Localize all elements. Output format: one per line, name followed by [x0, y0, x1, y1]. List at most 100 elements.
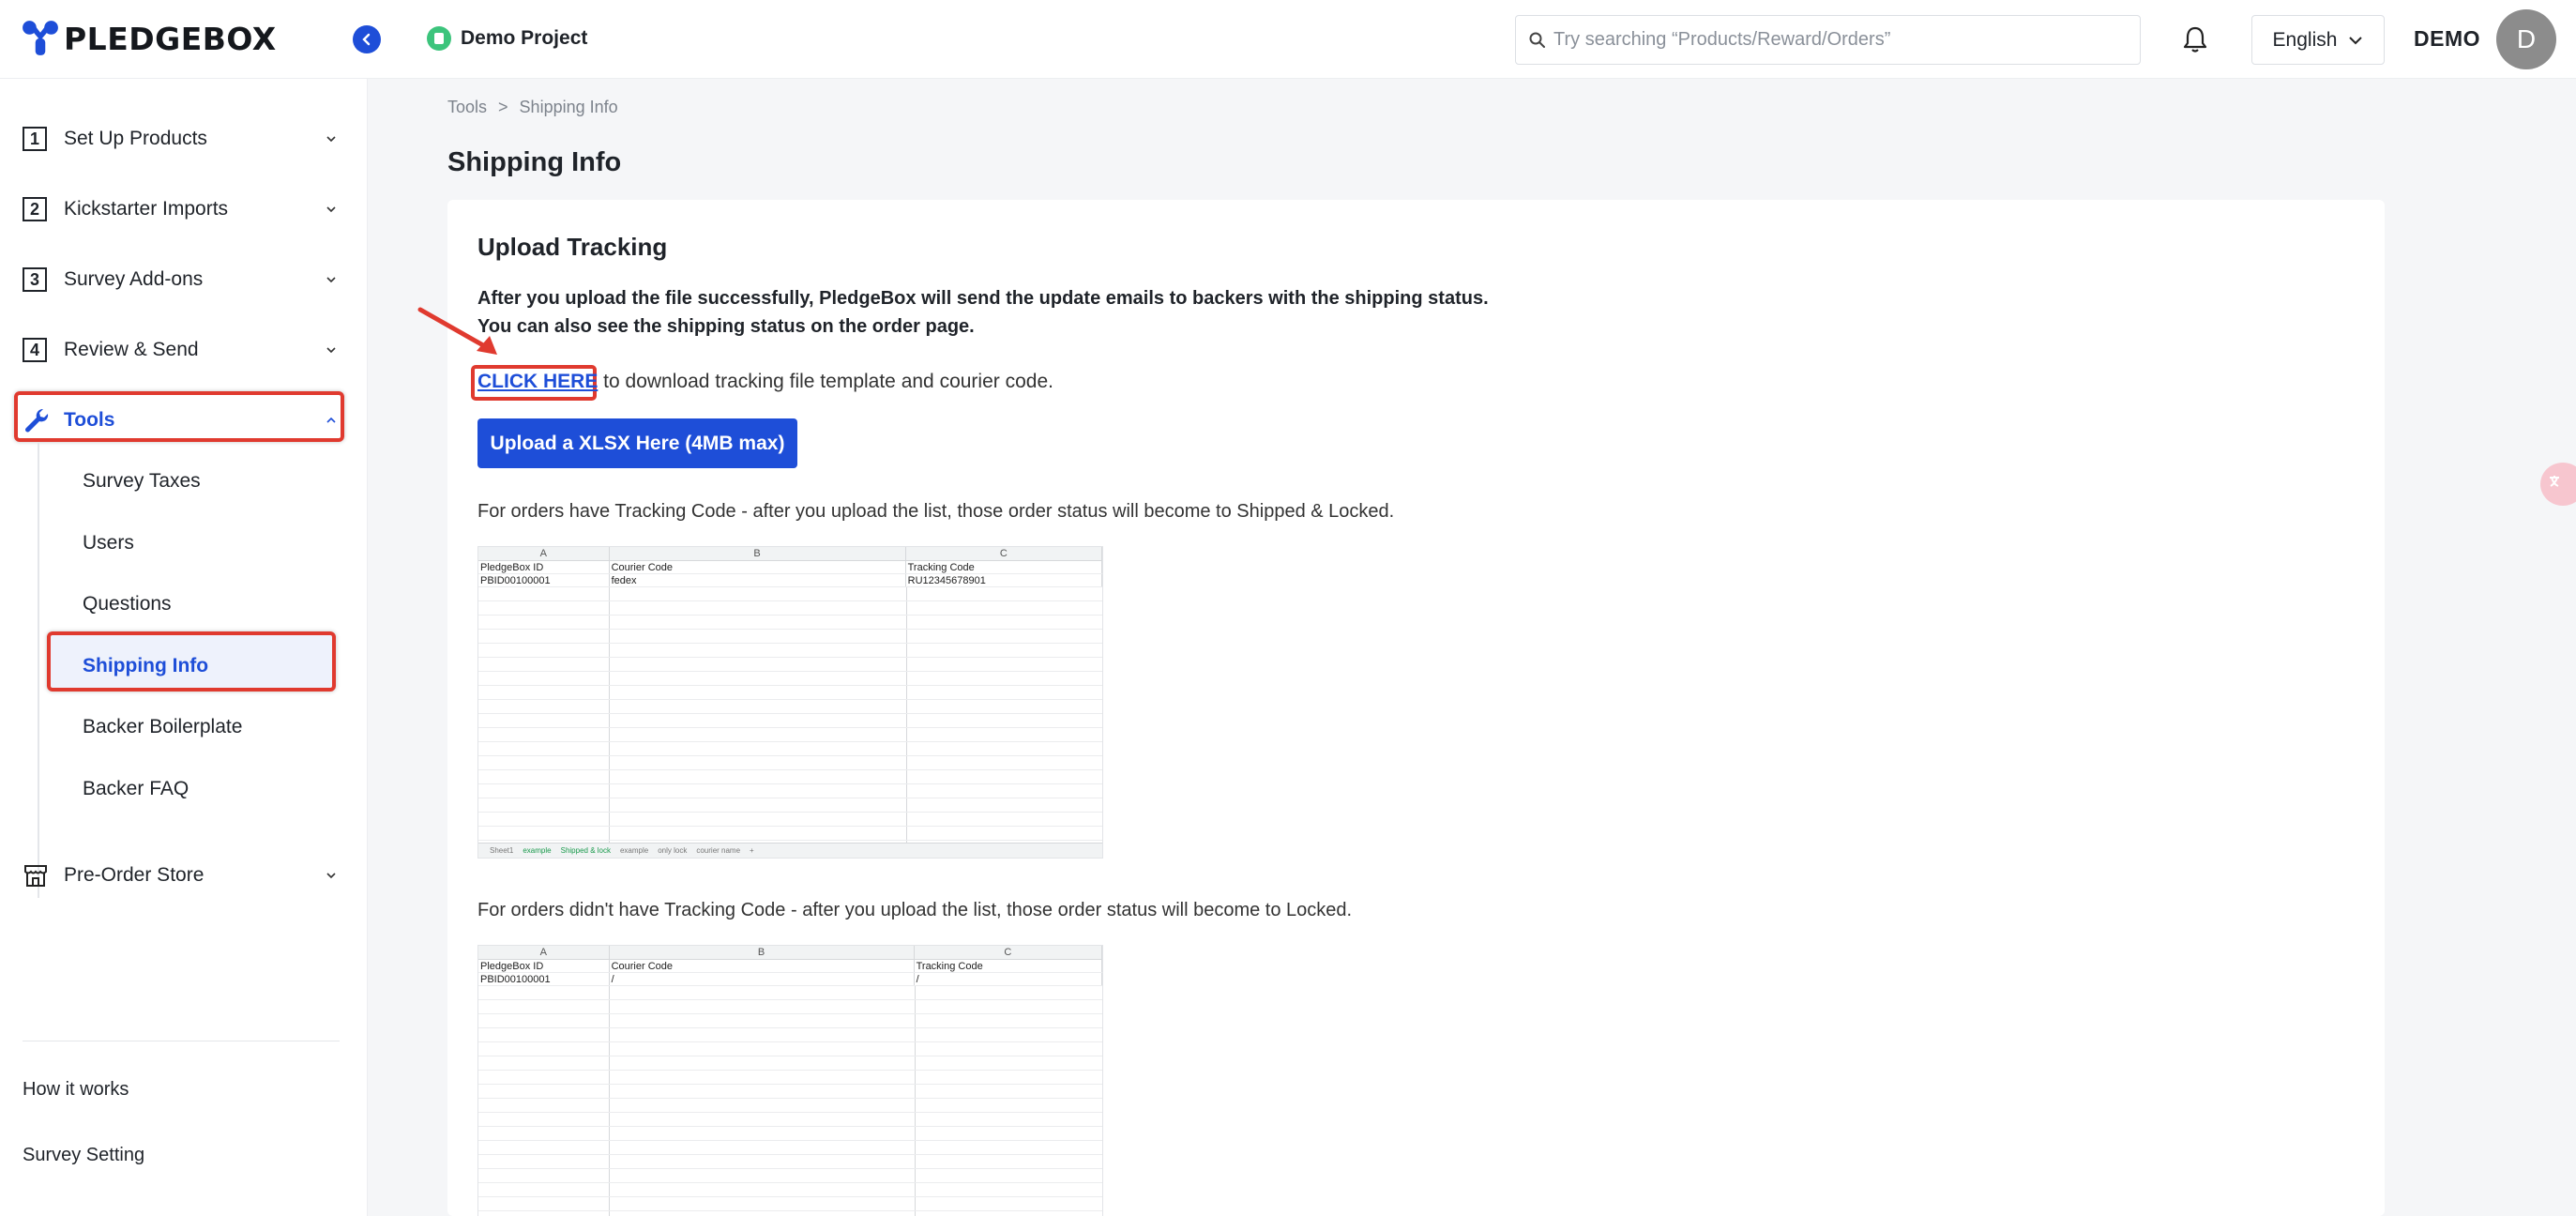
sidebar-subitem-questions[interactable]: Questions: [83, 585, 172, 623]
annotation-arrow-icon: [417, 307, 497, 355]
table-row: PledgeBox ID Courier Code Tracking Code: [478, 960, 1102, 973]
search-icon: [1529, 32, 1545, 48]
sidebar: 1 Set Up Products 2 Kickstarter Imports …: [0, 79, 368, 1216]
upload-xlsx-button[interactable]: Upload a XLSX Here (4MB max): [477, 418, 797, 468]
search-box[interactable]: [1515, 15, 2141, 65]
breadcrumb-parent[interactable]: Tools: [447, 98, 487, 117]
table-row: PBID00100001 fedex RU12345678901: [478, 574, 1102, 587]
top-header: PLEDGEBOX Demo Project English DEMO D: [0, 0, 2576, 79]
chevron-down-icon: [326, 347, 336, 354]
sheet-tabs: Sheet1 example Shipped & lock example on…: [478, 843, 1102, 858]
column-b: B: [610, 547, 906, 560]
column-c: C: [906, 547, 1102, 560]
sidebar-subitem-backer-boilerplate[interactable]: Backer Boilerplate: [83, 708, 242, 746]
collapse-sidebar-button[interactable]: [353, 25, 381, 53]
sidebar-item-kickstarter-imports[interactable]: 2 Kickstarter Imports: [23, 190, 338, 228]
cell: /: [610, 973, 915, 985]
chevron-up-icon: [326, 417, 336, 423]
column-b: B: [610, 946, 915, 959]
notification-bell-icon[interactable]: [2178, 23, 2212, 56]
survey-setting-link[interactable]: Survey Setting: [23, 1145, 144, 1166]
chevron-down-icon: [326, 206, 336, 213]
translate-icon: [2550, 476, 2559, 487]
tracking-code-description: For orders have Tracking Code - after yo…: [477, 501, 1395, 522]
step-number-badge: 4: [23, 338, 47, 362]
breadcrumb-separator: >: [498, 98, 508, 116]
no-tracking-code-description: For orders didn't have Tracking Code - a…: [477, 900, 1353, 920]
sidebar-item-survey-add-ons[interactable]: 3 Survey Add-ons: [23, 261, 338, 298]
chevron-down-icon: [2349, 36, 2363, 44]
sidebar-subitem-users[interactable]: Users: [83, 524, 134, 562]
cell: RU12345678901: [906, 574, 1102, 586]
spreadsheet-example-shipped: A B C PledgeBox ID Courier Code Tracking…: [477, 546, 1103, 859]
search-input[interactable]: [1553, 29, 2116, 51]
table-row: PBID00100001 / /: [478, 973, 1102, 986]
cell: PBID00100001: [478, 973, 610, 985]
brand-logo[interactable]: PLEDGEBOX: [21, 17, 277, 60]
project-icon: [427, 26, 451, 51]
translate-widget-button[interactable]: [2540, 463, 2576, 506]
sidebar-item-set-up-products[interactable]: 1 Set Up Products: [23, 120, 338, 158]
project-name: Demo Project: [461, 27, 588, 49]
sidebar-item-label: Set Up Products: [64, 128, 207, 149]
pledgebox-logo-icon: [23, 21, 58, 55]
cell: PledgeBox ID: [478, 960, 610, 972]
chevron-down-icon: [326, 277, 336, 283]
step-number-badge: 3: [23, 267, 47, 292]
sidebar-item-label: Kickstarter Imports: [64, 198, 229, 220]
breadcrumb-current: Shipping Info: [519, 98, 618, 116]
sheet-tab: courier name: [696, 846, 741, 855]
cell: /: [915, 973, 1102, 985]
chevron-down-icon: [326, 136, 336, 143]
click-here-link[interactable]: CLICK HERE: [477, 371, 598, 393]
upload-info-text: After you upload the file successfully, …: [477, 284, 1489, 341]
language-select[interactable]: English: [2251, 15, 2385, 65]
sidebar-item-review-send[interactable]: 4 Review & Send: [23, 331, 338, 369]
card-title: Upload Tracking: [477, 233, 668, 261]
sheet-tab: +: [750, 846, 754, 855]
page-title: Shipping Info: [447, 147, 622, 177]
sidebar-subitem-shipping-info[interactable]: Shipping Info: [83, 647, 208, 685]
user-name[interactable]: DEMO: [2414, 26, 2480, 52]
avatar[interactable]: D: [2496, 9, 2556, 69]
sheet-tab: example: [523, 846, 552, 855]
sidebar-item-pre-order-store[interactable]: Pre-Order Store: [23, 857, 338, 894]
sidebar-item-label: Review & Send: [64, 339, 199, 360]
sheet-tab: Sheet1: [490, 846, 514, 855]
project-switcher[interactable]: Demo Project: [427, 26, 587, 51]
spreadsheet-example-locked: A B C PledgeBox ID Courier Code Tracking…: [477, 945, 1103, 1216]
info-line-1: After you upload the file successfully, …: [477, 288, 1489, 309]
download-template-line: CLICK HERE to download tracking file tem…: [477, 371, 1053, 393]
cell: Courier Code: [610, 960, 915, 972]
brand-name: PLEDGEBOX: [64, 20, 277, 57]
column-a: A: [478, 547, 610, 560]
submenu-guide-line: [38, 443, 39, 898]
step-number-badge: 1: [23, 127, 47, 151]
how-it-works-link[interactable]: How it works: [23, 1079, 129, 1101]
chevron-down-icon: [326, 873, 336, 879]
sidebar-item-tools[interactable]: Tools: [23, 402, 338, 439]
wrench-icon: [25, 408, 49, 433]
cell: Courier Code: [610, 561, 906, 573]
sheet-column-header: A B C: [478, 547, 1102, 561]
language-label: English: [2272, 28, 2338, 51]
cell: PBID00100001: [478, 574, 610, 586]
empty-rows: [478, 986, 1102, 1216]
chevron-left-icon: [362, 33, 371, 46]
upload-tracking-card: Upload Tracking After you upload the fil…: [447, 200, 2385, 1216]
store-icon: [24, 865, 47, 887]
avatar-initial: D: [2516, 24, 2537, 53]
sidebar-subitem-backer-faq[interactable]: Backer FAQ: [83, 770, 189, 808]
column-a: A: [478, 946, 610, 959]
download-template-text: to download tracking file template and c…: [598, 371, 1053, 392]
empty-rows: [478, 587, 1102, 843]
cell: Tracking Code: [906, 561, 1102, 573]
sheet-column-header: A B C: [478, 946, 1102, 960]
sidebar-subitem-survey-taxes[interactable]: Survey Taxes: [83, 463, 201, 500]
step-number-badge: 2: [23, 197, 47, 221]
info-line-2: You can also see the shipping status on …: [477, 316, 975, 337]
sheet-tab: example: [619, 846, 649, 855]
column-c: C: [915, 946, 1102, 959]
breadcrumb: Tools > Shipping Info: [447, 98, 618, 117]
cell: PledgeBox ID: [478, 561, 610, 573]
